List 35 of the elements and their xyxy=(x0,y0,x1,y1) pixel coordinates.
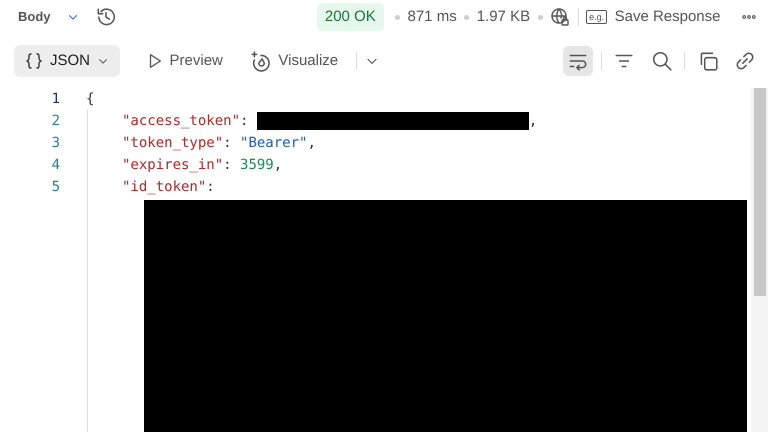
json-key: "token_type" xyxy=(122,135,224,151)
json-key: "id_token" xyxy=(122,179,206,195)
punctuation: , xyxy=(274,157,282,173)
search-icon xyxy=(650,50,672,72)
line-number: 1 xyxy=(50,90,60,109)
json-key: "access_token" xyxy=(122,113,240,129)
punctuation: { xyxy=(86,91,94,107)
json-key: "expires_in" xyxy=(122,157,224,173)
punctuation: : xyxy=(223,135,233,151)
line-number: 2 xyxy=(50,112,60,131)
format-dropdown[interactable]: JSON xyxy=(14,44,120,78)
sparkle-drop-icon xyxy=(250,50,272,72)
view-tab[interactable]: Preview xyxy=(136,44,233,78)
number-value: 3599 xyxy=(240,157,274,173)
line-number: 3 xyxy=(50,134,60,153)
body-dropdown[interactable]: Body xyxy=(18,7,80,27)
globe-lock-icon xyxy=(550,7,570,27)
punctuation: , xyxy=(528,113,538,129)
string-value: "Bearer" xyxy=(240,135,308,151)
link-icon xyxy=(734,50,756,72)
history-icon[interactable] xyxy=(94,6,116,28)
view-tab[interactable]: Visualize xyxy=(240,44,348,78)
response-time: 871 ms xyxy=(408,6,457,27)
line-number: 4 xyxy=(50,156,60,175)
response-size: 1.97 KB xyxy=(476,6,530,27)
punctuation: , xyxy=(307,135,316,151)
punctuation: : xyxy=(240,113,250,129)
line-number: 5 xyxy=(50,178,60,197)
scrollbar-thumb[interactable] xyxy=(754,88,766,296)
punctuation: : xyxy=(223,157,233,173)
punctuation: : xyxy=(206,179,215,195)
braces-icon xyxy=(24,51,44,71)
wrap-button[interactable] xyxy=(563,46,593,76)
save-response-button[interactable]: e.g. Save Response xyxy=(586,6,720,28)
status-badge: 200 OK xyxy=(316,2,384,32)
